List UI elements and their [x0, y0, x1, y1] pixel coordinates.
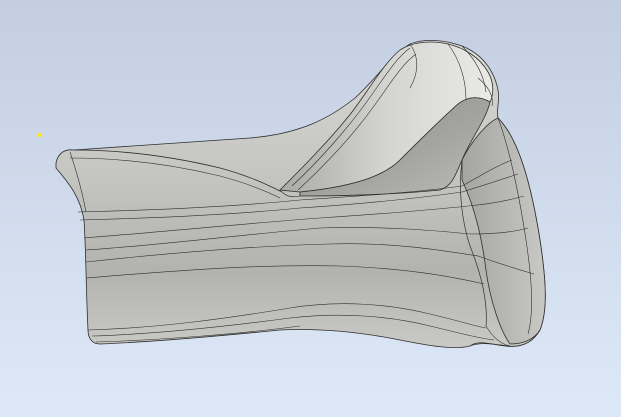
3d-viewport[interactable] — [0, 0, 621, 417]
pivot-point-marker — [38, 133, 42, 137]
model-render[interactable] — [0, 0, 621, 417]
